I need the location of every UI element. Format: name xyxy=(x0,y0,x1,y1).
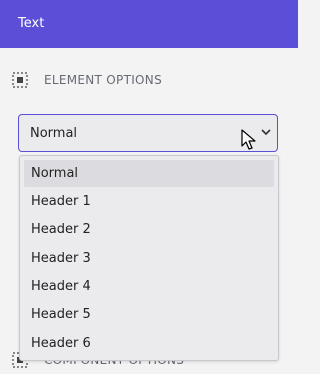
option-header-4[interactable]: Header 4 xyxy=(24,273,274,300)
heading-select-value: Normal xyxy=(30,126,78,141)
mouse-pointer-icon xyxy=(241,129,256,150)
option-header-5[interactable]: Header 5 xyxy=(24,301,274,328)
panel-title: Text xyxy=(18,16,45,31)
heading-select[interactable]: Normal xyxy=(18,114,278,152)
option-header-2[interactable]: Header 2 xyxy=(24,216,274,243)
option-header-3[interactable]: Header 3 xyxy=(24,245,274,272)
panel-header: Text xyxy=(0,0,298,48)
element-options-label: ELEMENT OPTIONS xyxy=(44,73,162,87)
select-frame-icon xyxy=(12,72,28,88)
option-header-1[interactable]: Header 1 xyxy=(24,188,274,215)
option-normal[interactable]: Normal xyxy=(24,160,274,187)
heading-dropdown-list: Normal Header 1 Header 2 Header 3 Header… xyxy=(19,155,279,361)
element-options-section[interactable]: ELEMENT OPTIONS xyxy=(0,71,298,91)
chevron-down-icon xyxy=(261,129,271,136)
option-header-6[interactable]: Header 6 xyxy=(24,330,274,357)
